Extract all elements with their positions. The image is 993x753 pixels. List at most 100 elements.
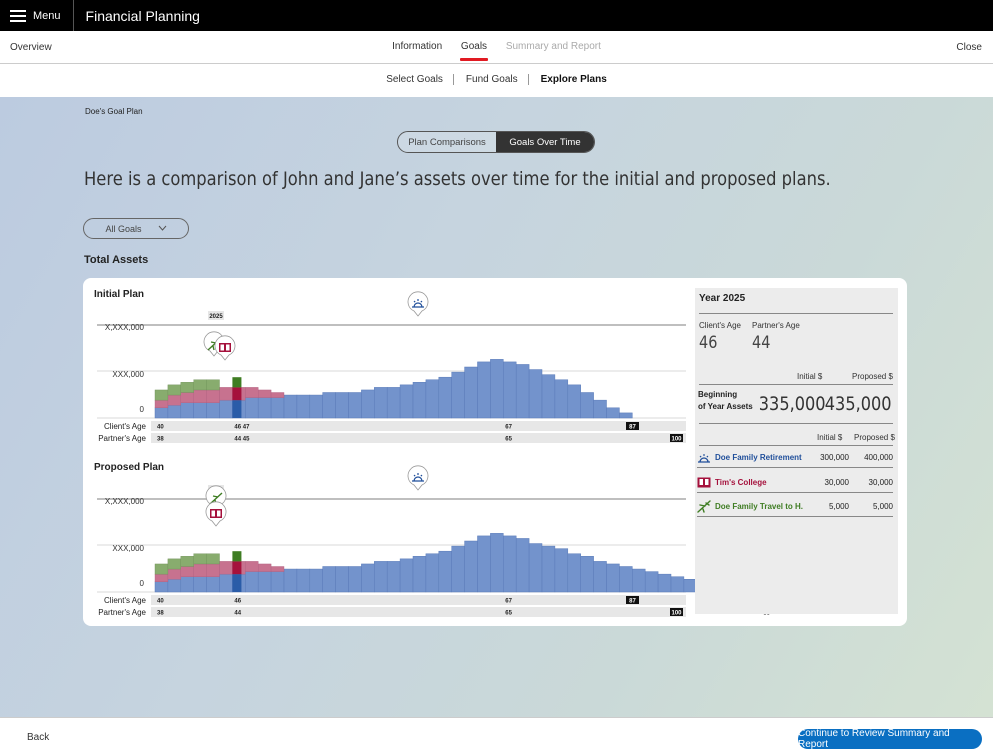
travel-bar <box>180 556 194 567</box>
assets-card: Initial Plan X,XXX,000 XXX,000 0 2025 Client… <box>83 278 907 626</box>
selected-year-travel <box>232 551 242 562</box>
college-icon <box>697 477 711 488</box>
top-bar: Menu Financial Planning <box>0 0 993 31</box>
proposed-plan-title: Proposed Plan <box>94 462 165 473</box>
initial-header-2: Initial $ <box>817 433 843 442</box>
travel-bar <box>180 382 194 393</box>
age-axis-label: Client's Age <box>104 422 147 431</box>
boy-initial-value: 335,000 <box>759 393 826 415</box>
retirement-bar <box>503 535 517 593</box>
age-tick-label: 44 45 <box>234 437 250 443</box>
retirement-bar <box>606 407 620 419</box>
age-tick-label: 87 <box>629 599 636 605</box>
retirement-bar <box>257 571 272 593</box>
client-age-value: 46 <box>699 333 718 353</box>
goal-link-college[interactable]: Tim's College <box>697 477 803 488</box>
goal-proposed-value: 400,000 <box>864 453 893 462</box>
year-summary-panel: Year 2025 Client's Age Partner's Age 46 … <box>695 288 898 614</box>
retirement-bar <box>361 563 375 593</box>
client-age-label: Client's Age <box>699 321 741 330</box>
retirement-bar <box>348 392 362 419</box>
retirement-bar <box>283 568 298 593</box>
college-bar <box>167 568 182 580</box>
retirement-bar <box>503 361 517 419</box>
age-tick-label: 67 <box>505 599 512 605</box>
icon-glyph <box>220 344 224 351</box>
college-bar <box>180 392 194 403</box>
menu-button[interactable]: Menu <box>0 0 74 31</box>
view-toggle: Plan Comparisons Goals Over Time <box>397 131 595 153</box>
retirement-bar <box>193 576 207 593</box>
divider <box>699 423 893 424</box>
college-bar <box>154 399 169 409</box>
goal-row-travel: Doe Family Travel to H... 5,000 5,000 <box>697 497 893 517</box>
continue-button[interactable]: Continue to Review Summary and Report <box>798 728 982 750</box>
retirement-bar <box>541 545 556 593</box>
y-tick-label: 0 <box>140 405 145 414</box>
college-bar <box>245 387 259 398</box>
college-bar <box>257 389 272 398</box>
plan-comparisons-toggle[interactable]: Plan Comparisons <box>398 132 496 152</box>
retirement-bar <box>438 550 452 593</box>
retirement-bar <box>180 402 194 419</box>
travel-bar <box>193 553 207 565</box>
step-explore-plans[interactable]: Explore Plans <box>527 74 617 85</box>
goals-over-time-toggle[interactable]: Goals Over Time <box>496 132 594 152</box>
y-tick-label: X,XXX,000 <box>105 497 145 506</box>
age-tick-label: 87 <box>629 425 636 431</box>
retirement-bar <box>386 561 401 593</box>
menu-label: Menu <box>33 9 61 22</box>
retirement-bar <box>490 533 504 593</box>
retirement-bar <box>632 568 646 593</box>
travel-bar <box>167 384 182 396</box>
tab-information[interactable]: Information <box>392 41 442 61</box>
tab-bar: Information Goals Summary and Report <box>0 41 993 61</box>
travel-bar <box>154 389 169 401</box>
age-tick-label: 38 <box>157 437 164 443</box>
goal-name: Tim's College <box>715 478 767 487</box>
divider <box>699 445 893 446</box>
retirement-bar <box>451 545 465 593</box>
retirement-bar <box>270 397 285 419</box>
retirement-bar <box>154 581 169 593</box>
goal-filter-dropdown[interactable]: All Goals <box>83 218 189 239</box>
section-title: Total Assets <box>84 254 149 266</box>
partner-age-label: Partner's Age <box>752 321 800 330</box>
college-icon <box>214 335 236 361</box>
goal-link-travel[interactable]: Doe Family Travel to H... <box>697 500 803 513</box>
initial-plan-title: Initial Plan <box>94 289 145 300</box>
retirement-bar <box>167 579 182 593</box>
icon-glyph <box>211 510 215 517</box>
tab-goals[interactable]: Goals <box>459 41 489 61</box>
age-axis-band <box>151 433 686 443</box>
initial-header: Initial $ <box>797 372 823 381</box>
retirement-bar <box>270 571 285 593</box>
retirement-bar <box>580 556 594 593</box>
goal-row-college: Tim's College 30,000 30,000 <box>697 473 893 493</box>
goal-link-retirement[interactable]: Doe Family Retirement <box>697 453 803 463</box>
back-button[interactable]: Back <box>27 732 49 743</box>
college-bar <box>270 566 285 572</box>
retirement-bar <box>374 387 388 419</box>
step-fund-goals[interactable]: Fund Goals <box>452 74 528 85</box>
retirement-bar <box>657 573 672 593</box>
retirement-bar <box>515 538 530 593</box>
retirement-bar <box>644 571 659 593</box>
goal-proposed-value: 5,000 <box>872 502 893 511</box>
retirement-bar <box>322 566 336 593</box>
retirement-bar <box>567 553 581 593</box>
pin-shape <box>407 291 429 317</box>
age-tick-label: 46 47 <box>234 425 250 431</box>
college-bar <box>193 389 207 403</box>
initial-plan-chart: X,XXX,000 XXX,000 0 2025 Client's Age 40 46 47… <box>97 291 771 443</box>
y-tick-label: 0 <box>140 579 145 588</box>
close-link[interactable]: Close <box>956 42 982 53</box>
hamburger-icon <box>10 9 26 22</box>
divider <box>699 313 893 314</box>
retirement-bar <box>541 374 556 419</box>
travel-icon <box>697 500 711 513</box>
retirement-bar <box>464 540 478 593</box>
retirement-bar <box>438 376 452 419</box>
retirement-bar <box>593 561 607 593</box>
step-select-goals[interactable]: Select Goals <box>376 74 453 85</box>
